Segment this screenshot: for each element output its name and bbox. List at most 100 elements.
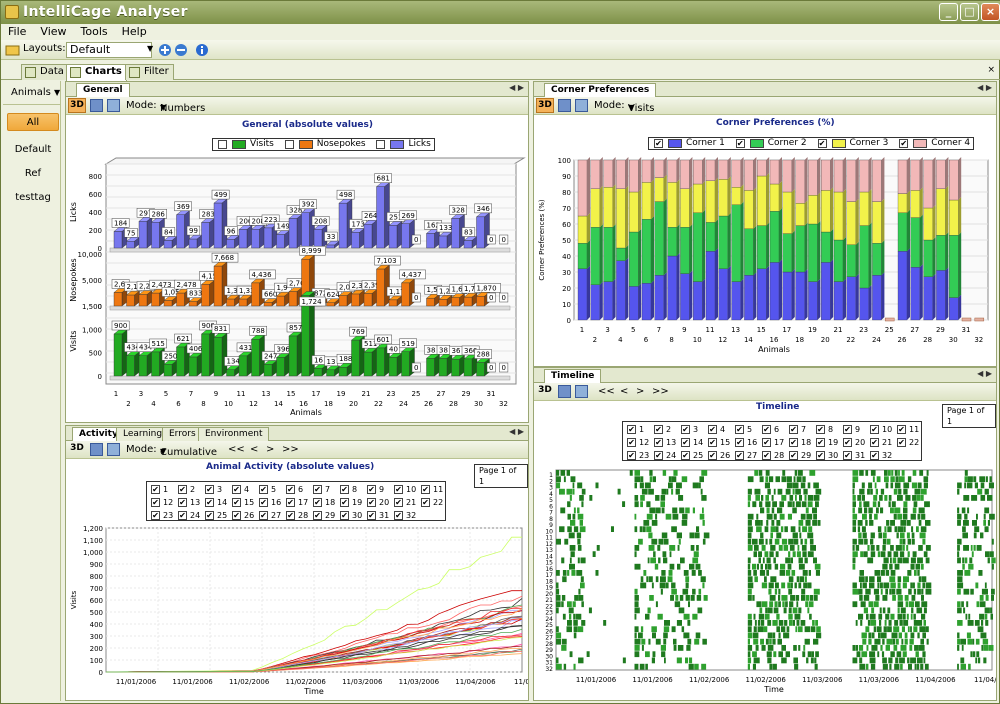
animal-checkbox-12[interactable]: ✔ 12: [151, 497, 173, 509]
animal-checkbox-19[interactable]: ✔ 19: [816, 437, 838, 449]
checkbox[interactable]: ✔: [421, 485, 430, 494]
legend-licks[interactable]: Licks: [374, 139, 431, 150]
animal-checkbox-11[interactable]: ✔ 11: [421, 484, 443, 496]
checkbox[interactable]: ✔: [367, 485, 376, 494]
checkbox[interactable]: ✔: [816, 451, 825, 460]
animal-checkbox-29[interactable]: ✔ 29: [789, 450, 811, 462]
checkbox[interactable]: ✔: [367, 511, 376, 520]
animal-checkbox-32[interactable]: ✔ 32: [870, 450, 892, 462]
tab-errors[interactable]: Errors: [162, 427, 203, 441]
animal-checkbox-2[interactable]: ✔ 2: [654, 424, 676, 436]
animal-checkbox-22[interactable]: ✔ 22: [421, 497, 443, 509]
animal-checkbox-31[interactable]: ✔ 31: [843, 450, 865, 462]
tab-scroll-arrows[interactable]: ◀ ▶: [977, 83, 992, 92]
animal-checkbox-23[interactable]: ✔ 23: [627, 450, 649, 462]
checkbox[interactable]: ✔: [394, 485, 403, 494]
sidebar-item-all[interactable]: All: [7, 113, 59, 131]
checkbox[interactable]: ✔: [789, 425, 798, 434]
checkbox[interactable]: ✔: [627, 425, 636, 434]
checkbox[interactable]: ✔: [762, 438, 771, 447]
checkbox[interactable]: ✔: [259, 511, 268, 520]
animal-checkbox-3[interactable]: ✔ 3: [205, 484, 227, 496]
sidebar-item-ref[interactable]: Ref: [7, 165, 59, 183]
checkbox[interactable]: ✔: [259, 498, 268, 507]
layout-select[interactable]: Default: [66, 42, 152, 58]
animal-checkbox-25[interactable]: ✔ 25: [205, 510, 227, 522]
tab-charts[interactable]: Charts: [66, 64, 127, 81]
checkbox[interactable]: ✔: [394, 498, 403, 507]
menu-view[interactable]: View: [33, 24, 73, 39]
animal-checkbox-26[interactable]: ✔ 26: [232, 510, 254, 522]
save-icon[interactable]: [90, 99, 103, 112]
checkbox[interactable]: ✔: [843, 451, 852, 460]
checkbox[interactable]: ✔: [735, 451, 744, 460]
checkbox[interactable]: [376, 140, 386, 149]
tab-scroll-arrows[interactable]: ◀ ▶: [509, 427, 524, 436]
animal-checkbox-28[interactable]: ✔ 28: [762, 450, 784, 462]
legend-corner-1[interactable]: ✔ Corner 1: [652, 138, 725, 149]
animal-checkbox-4[interactable]: ✔ 4: [232, 484, 254, 496]
animals-dropdown[interactable]: Animals ▼: [3, 81, 61, 105]
legend-corner-3[interactable]: ✔ Corner 3: [816, 138, 888, 149]
animal-checkbox-17[interactable]: ✔ 17: [762, 437, 784, 449]
toggle-3d-button[interactable]: 3D: [536, 98, 554, 113]
checkbox[interactable]: ✔: [654, 451, 663, 460]
checkbox[interactable]: ✔: [205, 498, 214, 507]
animal-checkbox-11[interactable]: ✔ 11: [897, 424, 919, 436]
animal-checkbox-28[interactable]: ✔ 28: [286, 510, 308, 522]
animal-checkbox-8[interactable]: ✔ 8: [816, 424, 838, 436]
tab-general[interactable]: General: [76, 83, 130, 97]
checkbox[interactable]: ✔: [313, 498, 322, 507]
minimize-button[interactable]: _: [939, 3, 958, 21]
animal-checkbox-30[interactable]: ✔ 30: [340, 510, 362, 522]
toggle-3d-button[interactable]: 3D: [536, 384, 554, 399]
checkbox[interactable]: ✔: [654, 139, 663, 148]
checkbox[interactable]: ✔: [870, 451, 879, 460]
print-icon[interactable]: [575, 385, 588, 398]
checkbox[interactable]: ✔: [232, 511, 241, 520]
checkbox[interactable]: ✔: [205, 485, 214, 494]
animal-checkbox-13[interactable]: ✔ 13: [178, 497, 200, 509]
add-icon[interactable]: [158, 43, 172, 57]
toggle-3d-button[interactable]: 3D: [68, 98, 86, 113]
checkbox[interactable]: ✔: [789, 438, 798, 447]
animal-checkbox-2[interactable]: ✔ 2: [178, 484, 200, 496]
animal-checkbox-8[interactable]: ✔ 8: [340, 484, 362, 496]
nav-last-button[interactable]: >>: [282, 444, 299, 455]
animal-checkbox-23[interactable]: ✔ 23: [151, 510, 173, 522]
nav-next-button[interactable]: >: [636, 386, 644, 397]
checkbox[interactable]: ✔: [340, 498, 349, 507]
animal-checkbox-21[interactable]: ✔ 21: [870, 437, 892, 449]
checkbox[interactable]: ✔: [367, 498, 376, 507]
tab-data[interactable]: Data: [21, 64, 69, 80]
nav-last-button[interactable]: >>: [652, 386, 669, 397]
checkbox[interactable]: ✔: [394, 511, 403, 520]
animal-checkbox-1[interactable]: ✔ 1: [627, 424, 649, 436]
sidebar-item-default[interactable]: Default: [7, 141, 59, 159]
info-icon[interactable]: [195, 43, 209, 57]
animal-checkbox-6[interactable]: ✔ 6: [762, 424, 784, 436]
animal-checkbox-14[interactable]: ✔ 14: [681, 437, 703, 449]
animal-checkbox-20[interactable]: ✔ 20: [843, 437, 865, 449]
animal-checkbox-10[interactable]: ✔ 10: [870, 424, 892, 436]
open-folder-icon[interactable]: [5, 43, 21, 57]
menu-tools[interactable]: Tools: [74, 24, 115, 39]
checkbox[interactable]: ✔: [178, 498, 187, 507]
checkbox[interactable]: ✔: [762, 451, 771, 460]
animal-checkbox-24[interactable]: ✔ 24: [178, 510, 200, 522]
checkbox[interactable]: ✔: [870, 438, 879, 447]
checkbox[interactable]: [218, 140, 227, 149]
checkbox[interactable]: ✔: [735, 438, 744, 447]
checkbox[interactable]: ✔: [843, 438, 852, 447]
animal-checkbox-5[interactable]: ✔ 5: [259, 484, 281, 496]
tab-corner-preferences[interactable]: Corner Preferences: [544, 83, 657, 97]
menu-help[interactable]: Help: [115, 24, 154, 39]
animal-checkbox-18[interactable]: ✔ 18: [313, 497, 335, 509]
animal-checkbox-30[interactable]: ✔ 30: [816, 450, 838, 462]
animal-checkbox-15[interactable]: ✔ 15: [708, 437, 730, 449]
checkbox[interactable]: ✔: [421, 498, 430, 507]
save-icon[interactable]: [558, 99, 571, 112]
animal-checkbox-3[interactable]: ✔ 3: [681, 424, 703, 436]
legend-corner-4[interactable]: ✔ Corner 4: [897, 138, 970, 149]
animal-checkbox-25[interactable]: ✔ 25: [681, 450, 703, 462]
